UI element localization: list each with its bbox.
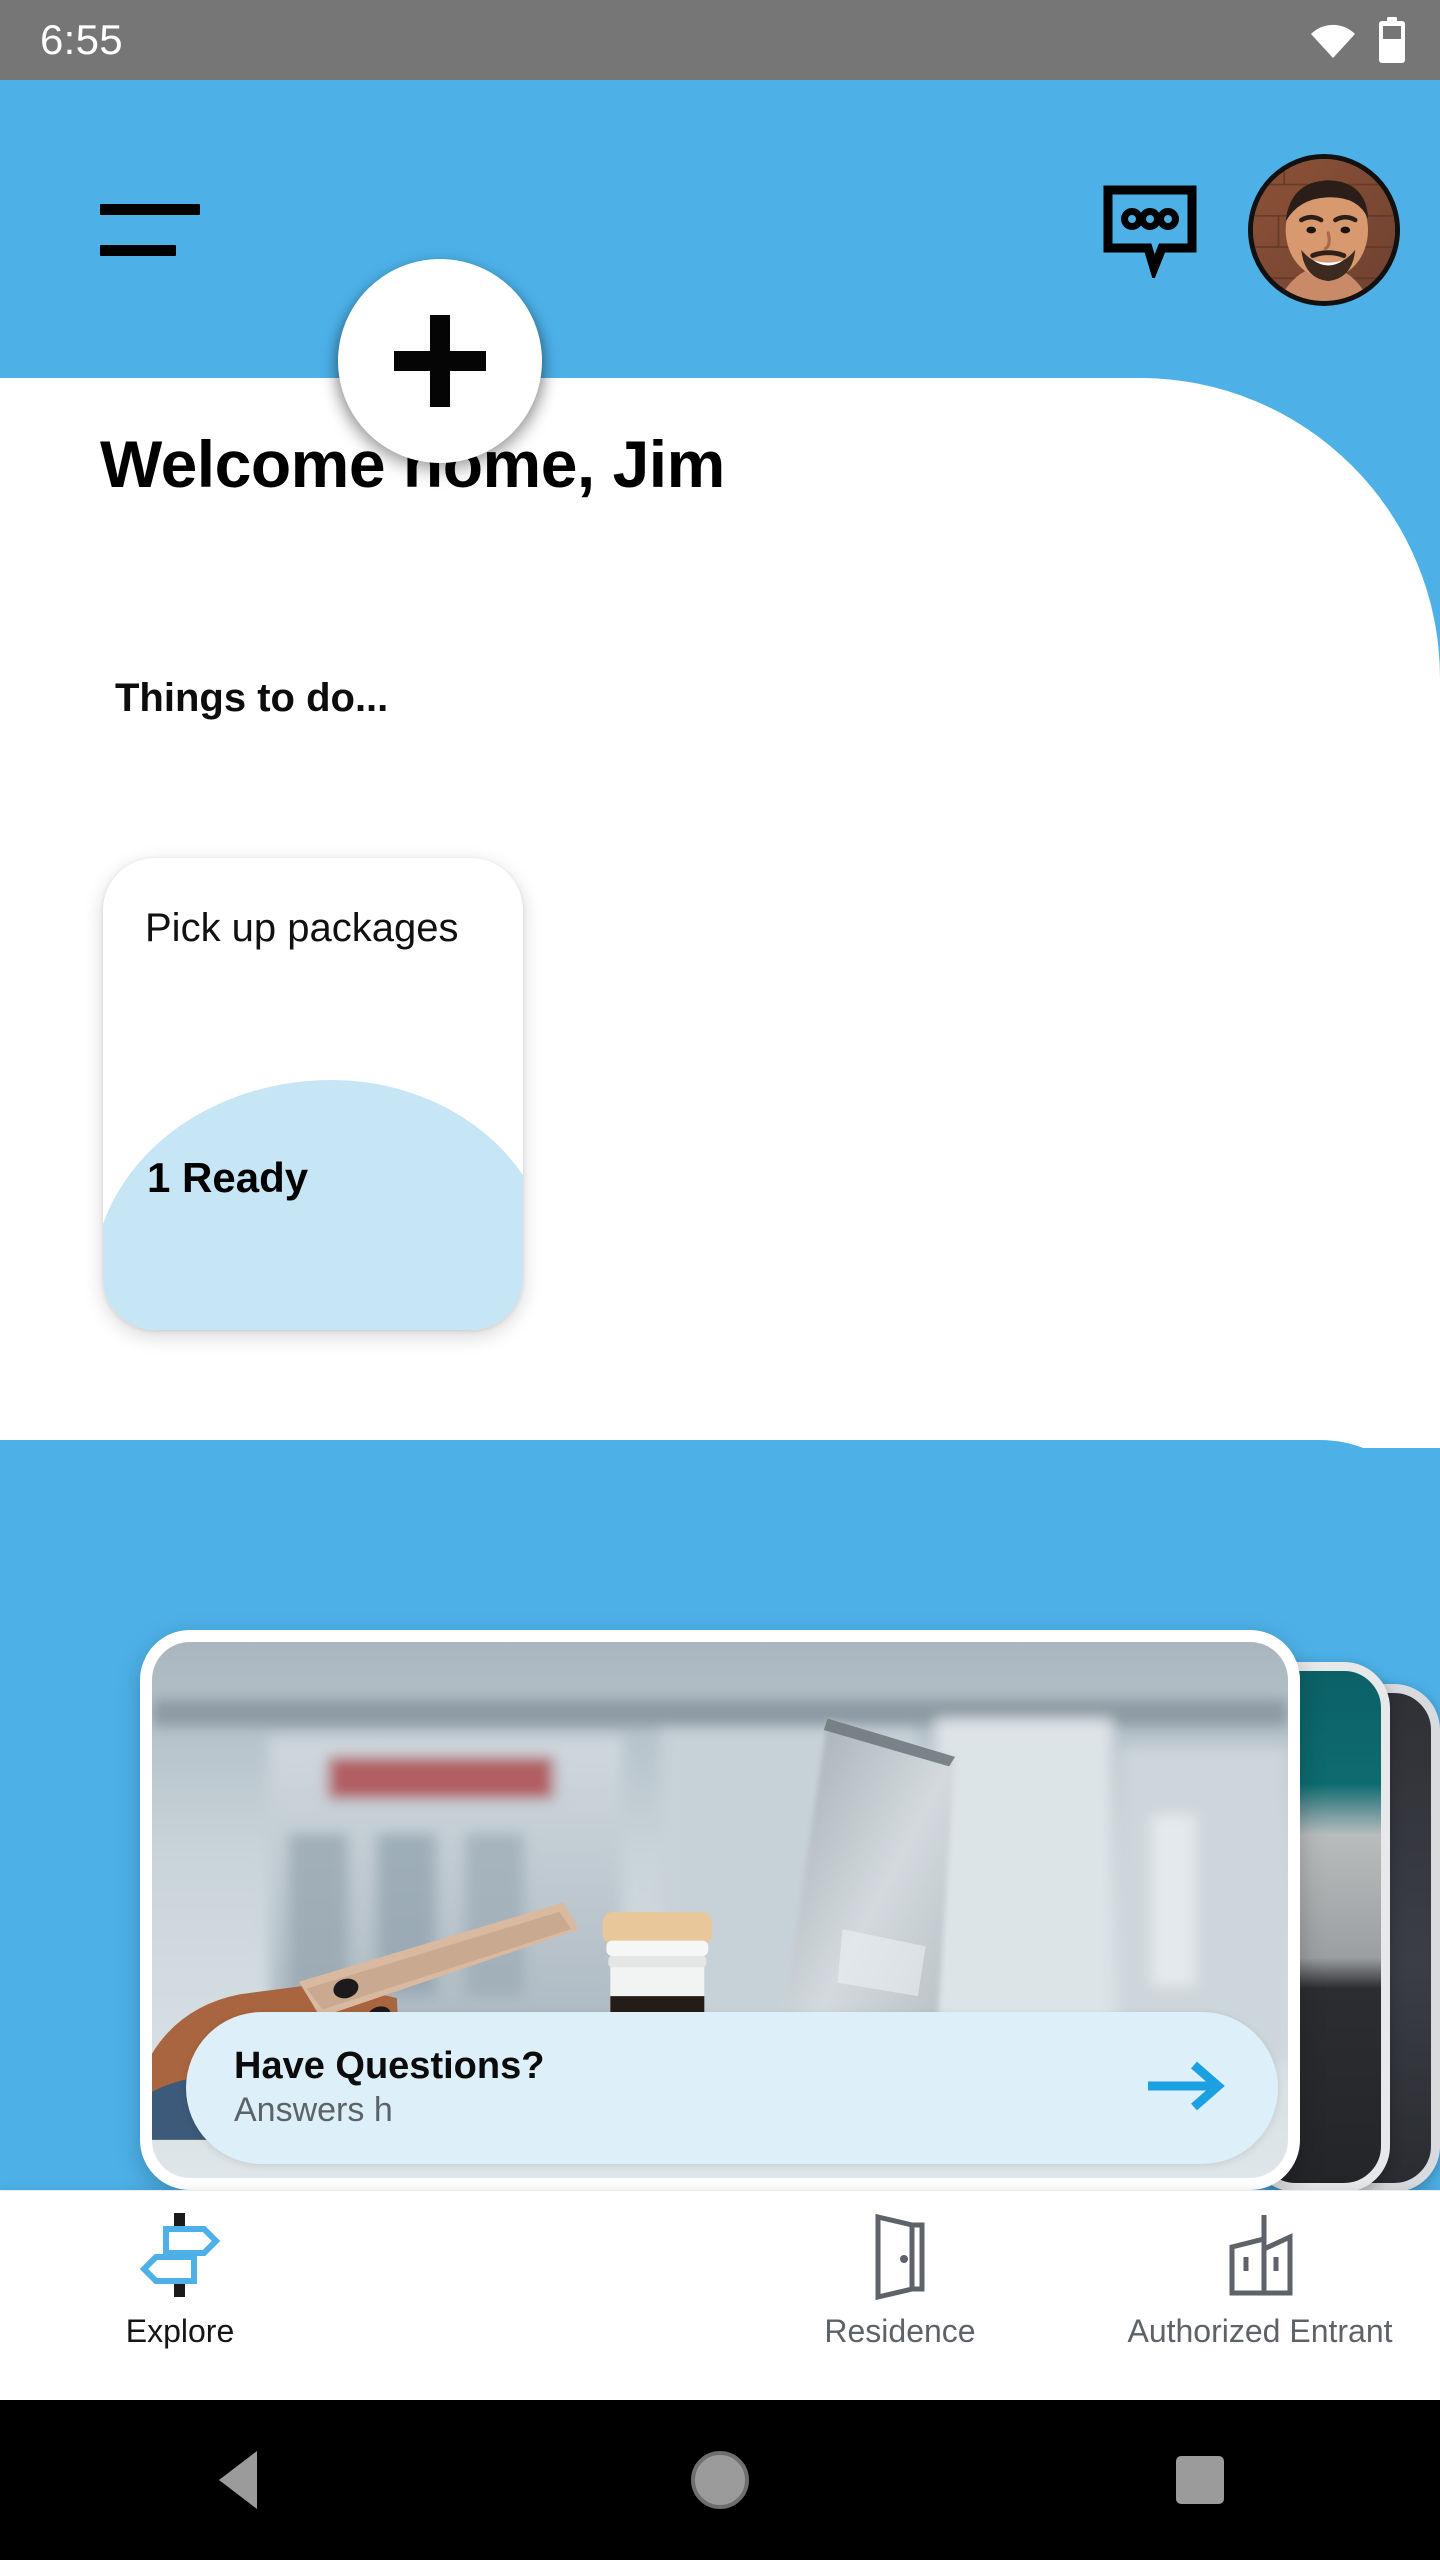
- battery-icon: [1378, 17, 1406, 63]
- promo-carousel: Have Questions? Answers h: [0, 1630, 1440, 2230]
- app-bar: [0, 80, 1440, 380]
- todo-card-blob: [103, 1080, 523, 1330]
- status-bar: 6:55: [0, 0, 1440, 80]
- circle-home-icon[interactable]: [665, 2425, 775, 2535]
- chat-bubble-icon[interactable]: [1102, 182, 1198, 278]
- todo-card-pick-up-packages[interactable]: Pick up packages 1 Ready: [103, 858, 523, 1330]
- nav-label-explore: Explore: [125, 2313, 235, 2349]
- bottom-navigation-bar: Explore Residence Authorized Entrant: [0, 2190, 1440, 2400]
- add-button-fab[interactable]: [338, 259, 542, 463]
- status-bar-time: 6:55: [40, 16, 123, 63]
- open-door-icon: [858, 2209, 942, 2301]
- hamburger-bar-bottom: [100, 245, 176, 256]
- have-questions-subtitle: Answers h: [234, 2091, 393, 2130]
- buildings-icon: [1218, 2209, 1302, 2301]
- carousel-card-active[interactable]: Have Questions? Answers h: [140, 1630, 1300, 2190]
- nav-item-authorized-entrant[interactable]: Authorized Entrant: [1080, 2191, 1440, 2350]
- content-sheet: Welcome home, Jim Things to do... Pick u…: [0, 378, 1440, 1448]
- nav-item-explore[interactable]: Explore: [0, 2191, 360, 2350]
- section-label-things-to-do: Things to do...: [115, 676, 389, 720]
- hamburger-menu-icon[interactable]: [100, 195, 218, 265]
- arrow-right-icon[interactable]: [1144, 2058, 1226, 2119]
- triangle-back-icon[interactable]: [185, 2425, 295, 2535]
- user-avatar[interactable]: [1248, 154, 1400, 306]
- have-questions-banner[interactable]: Have Questions? Answers h: [186, 2012, 1278, 2164]
- status-bar-icons: [1310, 17, 1406, 63]
- todo-card-status: 1 Ready: [147, 1154, 309, 1201]
- nav-label-residence: Residence: [824, 2313, 976, 2349]
- have-questions-text: Have Questions? Answers h: [234, 2045, 545, 2130]
- app-bar-actions: [1102, 154, 1400, 306]
- hamburger-bar-top: [100, 204, 200, 215]
- signpost-icon: [138, 2209, 222, 2301]
- square-recents-icon[interactable]: [1145, 2425, 1255, 2535]
- todo-card-title: Pick up packages: [145, 906, 459, 950]
- wifi-icon: [1310, 22, 1356, 58]
- have-questions-title: Have Questions?: [234, 2045, 545, 2088]
- plus-icon: [386, 307, 494, 415]
- nav-item-residence[interactable]: Residence: [720, 2191, 1080, 2350]
- nav-label-authorized-entrant: Authorized Entrant: [1127, 2313, 1393, 2349]
- android-system-nav: [0, 2400, 1440, 2560]
